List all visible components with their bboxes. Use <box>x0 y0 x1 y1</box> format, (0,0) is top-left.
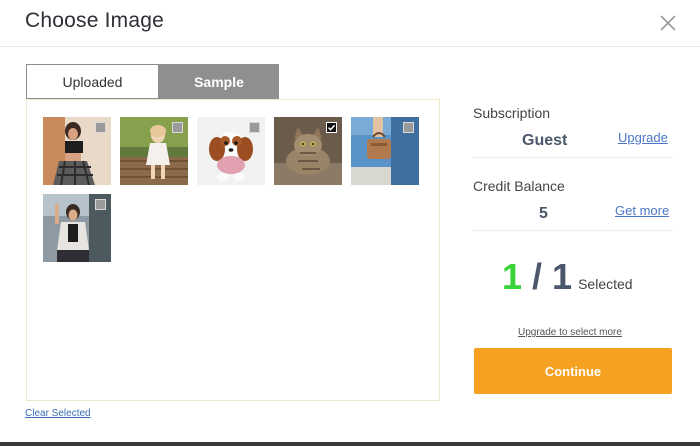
sidebar-divider <box>473 230 673 231</box>
credit-balance-value: 5 <box>539 205 548 222</box>
image-checkbox[interactable] <box>172 122 183 133</box>
tab-uploaded[interactable]: Uploaded <box>26 64 159 99</box>
dialog-header: Choose Image <box>0 0 700 47</box>
image-checkbox[interactable] <box>249 122 260 133</box>
image-thumb-tabby-cat[interactable] <box>274 117 342 185</box>
image-gallery <box>26 99 440 401</box>
image-thumb-cavalier-puppy[interactable] <box>197 117 265 185</box>
dialog-title: Choose Image <box>25 9 164 32</box>
continue-button[interactable]: Continue <box>474 348 672 394</box>
selected-total: 1 <box>552 256 573 297</box>
image-thumb-hand-holding-bag[interactable] <box>351 117 419 185</box>
clear-selected-link[interactable]: Clear Selected <box>25 408 91 419</box>
subscription-value: Guest <box>522 132 568 149</box>
close-icon[interactable] <box>659 14 677 32</box>
selection-counter: 1/1 Selected <box>502 256 633 300</box>
bottom-edge <box>0 442 700 446</box>
count-separator: / <box>532 256 543 297</box>
image-checkbox[interactable] <box>403 122 414 133</box>
upgrade-link[interactable]: Upgrade <box>618 130 668 145</box>
image-checkbox[interactable] <box>95 122 106 133</box>
credit-balance-label: Credit Balance <box>473 178 565 194</box>
image-thumb-woman-plaid-pants[interactable] <box>43 117 111 185</box>
checkmark-icon <box>327 124 336 131</box>
tab-sample[interactable]: Sample <box>159 64 279 99</box>
get-more-link[interactable]: Get more <box>615 203 669 218</box>
selected-count: 1 <box>502 256 523 297</box>
selected-label: Selected <box>578 276 633 292</box>
subscription-label: Subscription <box>473 105 551 121</box>
image-thumb-girl-in-park[interactable] <box>120 117 188 185</box>
image-checkbox[interactable] <box>95 199 106 210</box>
upgrade-to-select-more-link[interactable]: Upgrade to select more <box>518 327 622 338</box>
image-thumb-woman-with-jacket[interactable] <box>43 194 111 262</box>
image-source-tabs: Uploaded Sample <box>26 64 279 99</box>
sidebar-divider <box>473 157 673 158</box>
image-checkbox-checked[interactable] <box>326 122 337 133</box>
